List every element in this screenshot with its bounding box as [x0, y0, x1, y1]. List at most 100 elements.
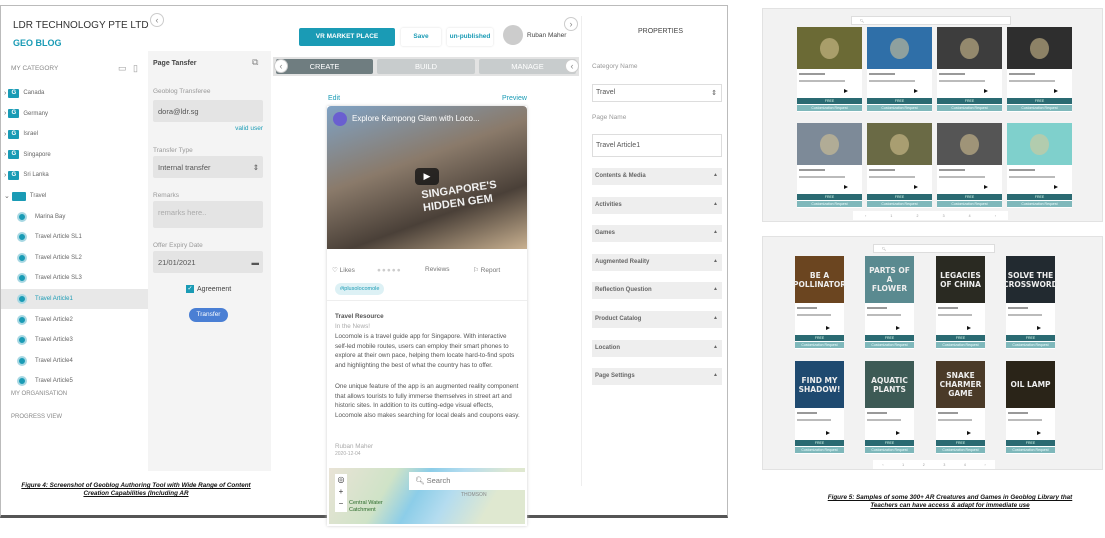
- free-button[interactable]: FREE: [1006, 440, 1055, 446]
- play-icon[interactable]: [896, 431, 900, 435]
- transfer-button[interactable]: Transfer: [189, 308, 228, 322]
- play-icon[interactable]: ▶: [415, 168, 439, 185]
- page-name-input[interactable]: Travel Article1: [592, 134, 722, 157]
- user-name[interactable]: Ruban Maher: [527, 32, 566, 39]
- preview-link[interactable]: Preview: [502, 95, 527, 102]
- creature-card[interactable]: FREE Customization Request: [1007, 123, 1072, 208]
- tree-article[interactable]: Travel Article SL1: [1, 227, 148, 247]
- play-icon[interactable]: [844, 185, 848, 189]
- customization-request-button[interactable]: Customization Request: [865, 342, 914, 348]
- tree-article[interactable]: Travel Article SL2: [1, 248, 148, 268]
- library-pagination[interactable]: ‹ 1 2 3 4 ›: [853, 211, 1008, 220]
- games-search-input[interactable]: 🔍︎: [873, 244, 995, 253]
- zoom-in-button[interactable]: +: [335, 486, 347, 498]
- game-thumbnail[interactable]: AQUATIC PLANTS: [865, 361, 914, 408]
- tree-article[interactable]: Travel Article2: [1, 310, 148, 330]
- accordion-augmented-reality[interactable]: Augmented Reality: [592, 253, 722, 271]
- tab-build[interactable]: BUILD: [377, 59, 475, 74]
- tree-category-sri-lanka[interactable]: › G Sri Lanka: [1, 165, 148, 185]
- game-thumbnail[interactable]: FIND MY SHADOW!: [795, 361, 844, 408]
- accordion-product-catalog[interactable]: Product Catalog: [592, 311, 722, 328]
- customization-request-button[interactable]: Customization Request: [867, 105, 932, 111]
- tree-article[interactable]: Travel Article3: [1, 330, 148, 350]
- creature-thumbnail[interactable]: [867, 27, 932, 69]
- free-button[interactable]: FREE: [1007, 194, 1072, 200]
- customization-request-button[interactable]: Customization Request: [1006, 342, 1055, 348]
- transfer-icon[interactable]: ⧉: [252, 57, 258, 68]
- game-card[interactable]: SNAKE CHARMER GAME FREE Customization Requ…: [936, 361, 985, 454]
- play-icon[interactable]: [826, 431, 830, 435]
- tab-next-button[interactable]: ‹: [565, 59, 579, 73]
- play-icon[interactable]: [1037, 326, 1041, 330]
- play-icon[interactable]: [896, 326, 900, 330]
- customization-request-button[interactable]: Customization Request: [1006, 447, 1055, 453]
- free-button[interactable]: FREE: [867, 98, 932, 104]
- games-pagination[interactable]: ‹ 1 2 3 4 ›: [873, 460, 995, 469]
- tab-create[interactable]: CREATE: [276, 59, 373, 74]
- free-button[interactable]: FREE: [865, 440, 914, 446]
- edit-link[interactable]: Edit: [328, 95, 340, 102]
- transfer-type-select[interactable]: Internal transfer ⇕: [153, 156, 263, 178]
- zoom-out-button[interactable]: −: [335, 498, 347, 510]
- new-file-icon[interactable]: ▯: [133, 63, 138, 74]
- collapse-left-button[interactable]: ‹: [150, 13, 164, 27]
- locate-icon[interactable]: ◎: [335, 474, 347, 486]
- vr-market-place-button[interactable]: VR MARKET PLACE: [299, 28, 395, 46]
- play-icon[interactable]: [1054, 89, 1058, 93]
- tree-article[interactable]: Travel Article1: [1, 289, 148, 309]
- game-thumbnail[interactable]: SOLVE THE CROSSWORD: [1003, 256, 1058, 303]
- tree-article[interactable]: Travel Article5: [1, 371, 148, 391]
- customization-request-button[interactable]: Customization Request: [865, 447, 914, 453]
- free-button[interactable]: FREE: [936, 335, 985, 341]
- hashtag-badge[interactable]: #iplusolocomole: [335, 283, 385, 295]
- accordion-location[interactable]: Location: [592, 339, 722, 357]
- creature-card[interactable]: FREE Customization Request: [867, 123, 932, 208]
- game-card[interactable]: LEGACIES OF CHINA FREE Customization Reque…: [936, 256, 985, 349]
- my-organisation-section[interactable]: MY ORGANISATION: [11, 391, 67, 397]
- play-icon[interactable]: [1054, 185, 1058, 189]
- game-thumbnail[interactable]: OIL LAMP: [1006, 361, 1055, 408]
- report-button[interactable]: ⚐ Report: [473, 266, 500, 274]
- tab-prev-button[interactable]: ‹: [274, 59, 288, 73]
- creature-card[interactable]: FREE Customization Request: [1007, 27, 1072, 112]
- game-card[interactable]: BE A POLLINATOR FREE Customization Request: [793, 256, 846, 349]
- tree-category-israel[interactable]: › G Israel: [1, 124, 148, 144]
- free-button[interactable]: FREE: [1007, 98, 1072, 104]
- free-button[interactable]: FREE: [797, 98, 862, 104]
- customization-request-button[interactable]: Customization Request: [1007, 105, 1072, 111]
- game-card[interactable]: PARTS OF A FLOWER FREE Customization Reque…: [865, 256, 914, 349]
- save-button[interactable]: Save: [401, 28, 441, 46]
- creature-thumbnail[interactable]: [937, 123, 1002, 165]
- customization-request-button[interactable]: Customization Request: [937, 105, 1002, 111]
- tree-category-germany[interactable]: › G Germany: [1, 104, 148, 124]
- game-card[interactable]: OIL LAMP FREE Customization Request: [1006, 361, 1055, 454]
- customization-request-button[interactable]: Customization Request: [1007, 201, 1072, 207]
- free-button[interactable]: FREE: [865, 335, 914, 341]
- creature-thumbnail[interactable]: [797, 123, 862, 165]
- creature-card[interactable]: FREE Customization Request: [937, 123, 1002, 208]
- transferee-input[interactable]: dora@ldr.sg: [153, 100, 263, 122]
- game-card[interactable]: SOLVE THE CROSSWORD FREE Customization Req…: [1003, 256, 1058, 349]
- customization-request-button[interactable]: Customization Request: [797, 105, 862, 111]
- game-thumbnail[interactable]: LEGACIES OF CHINA: [936, 256, 985, 303]
- game-card[interactable]: FIND MY SHADOW! FREE Customization Request: [795, 361, 844, 454]
- customization-request-button[interactable]: Customization Request: [937, 201, 1002, 207]
- likes-button[interactable]: ♡ Likes: [332, 266, 355, 274]
- user-avatar[interactable]: [503, 25, 523, 45]
- free-button[interactable]: FREE: [795, 335, 844, 341]
- map-search-input[interactable]: 🔍︎ Search: [409, 472, 525, 490]
- free-button[interactable]: FREE: [936, 440, 985, 446]
- free-button[interactable]: FREE: [797, 194, 862, 200]
- creature-thumbnail[interactable]: [867, 123, 932, 165]
- customization-request-button[interactable]: Customization Request: [795, 342, 844, 348]
- tree-category-singapore[interactable]: › G Singapore: [1, 145, 148, 165]
- tab-manage[interactable]: MANAGE: [479, 59, 576, 74]
- accordion-page-settings[interactable]: Page Settings: [592, 368, 722, 386]
- play-icon[interactable]: [1037, 431, 1041, 435]
- game-thumbnail[interactable]: BE A POLLINATOR: [793, 256, 846, 303]
- publish-status-button[interactable]: un-published: [447, 28, 493, 46]
- rating-stars[interactable]: ●●●●●: [377, 267, 402, 274]
- game-card[interactable]: AQUATIC PLANTS FREE Customization Request: [865, 361, 914, 454]
- play-icon[interactable]: [984, 185, 988, 189]
- accordion-activities[interactable]: Activities: [592, 196, 722, 214]
